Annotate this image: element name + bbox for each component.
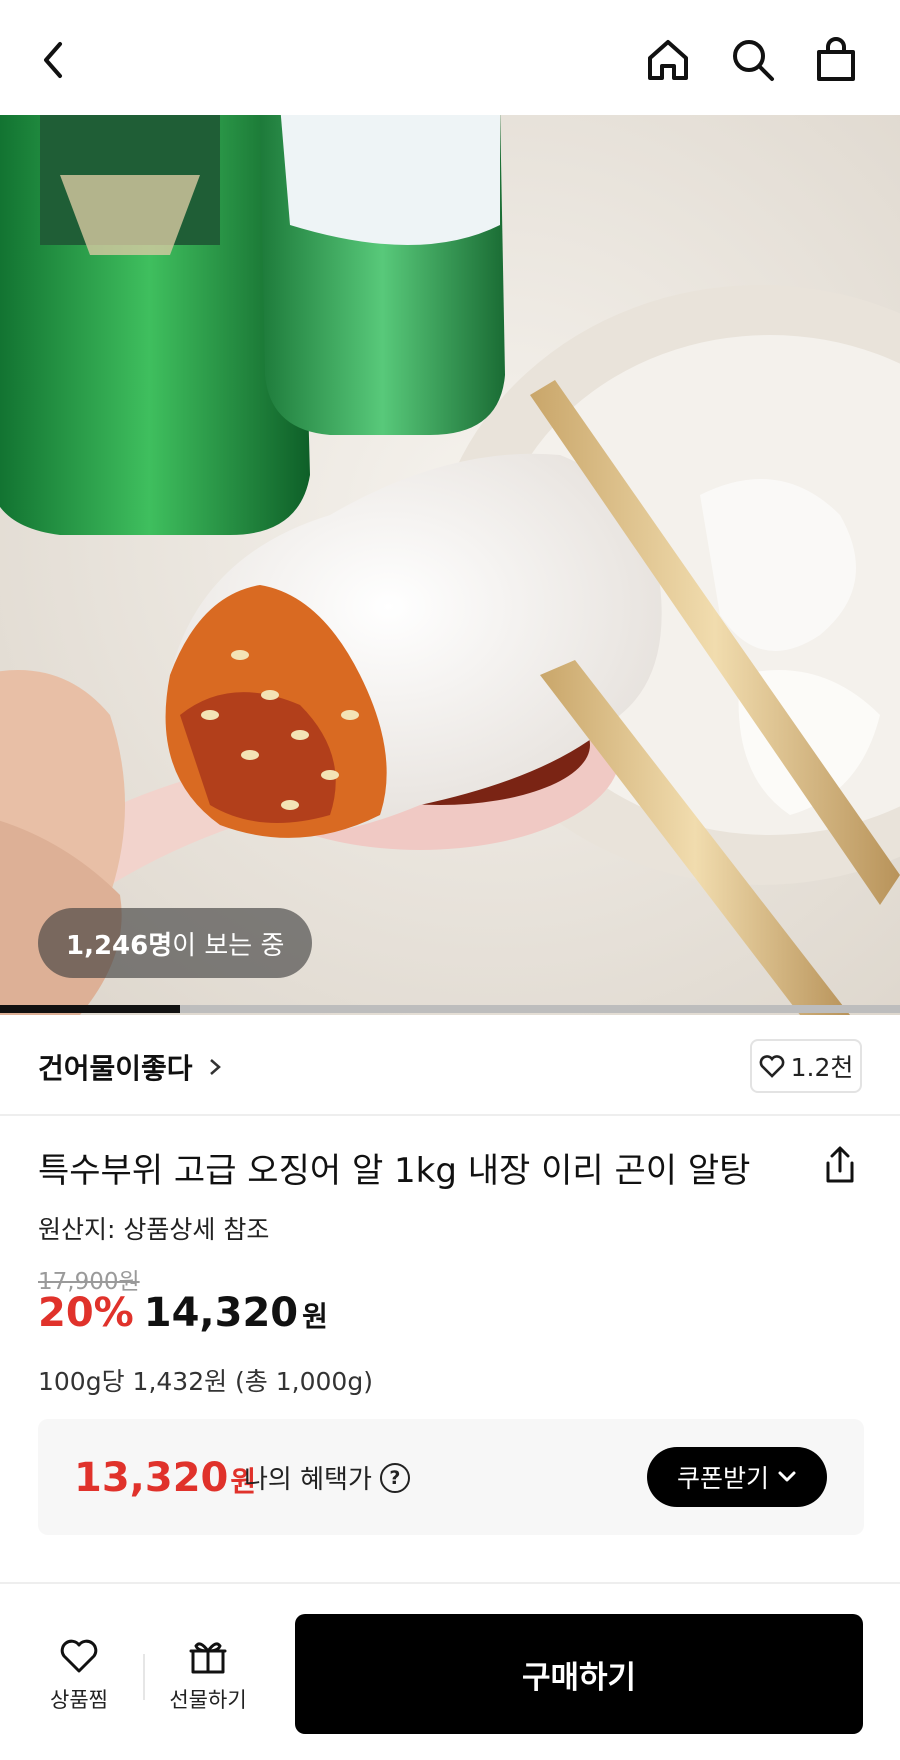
search-icon bbox=[733, 40, 774, 81]
back-icon bbox=[44, 42, 62, 78]
seller-link[interactable]: 건어물이좋다 bbox=[38, 1047, 223, 1087]
home-icon bbox=[648, 40, 688, 80]
back-button[interactable] bbox=[22, 28, 86, 92]
search-button[interactable] bbox=[721, 28, 785, 92]
sale-price: 14,320 bbox=[143, 1290, 299, 1336]
chevron-down-icon bbox=[778, 1471, 796, 1482]
share-icon bbox=[826, 1146, 854, 1183]
viewers-suffix: 이 보는 중 bbox=[172, 930, 285, 961]
origin-info: 원산지: 상품상세 참조 bbox=[38, 1215, 270, 1244]
wish-button[interactable]: 상품찜 bbox=[24, 1638, 134, 1714]
price-row: 20% 14,320 원 bbox=[38, 1290, 328, 1336]
benefit-label-group: 나의 혜택가 ? bbox=[244, 1459, 410, 1496]
shopping-bag-icon bbox=[817, 37, 855, 81]
viewers-count: 1,246명 bbox=[66, 930, 173, 961]
benefit-amount: 13,320 bbox=[74, 1455, 229, 1501]
food-photo bbox=[0, 115, 900, 1015]
store-like-button[interactable]: 1.2천 bbox=[750, 1039, 862, 1093]
viewers-badge: 1,246명 이 보는 중 bbox=[38, 908, 313, 978]
heart-icon bbox=[759, 1055, 784, 1078]
sale-price-unit: 원 bbox=[302, 1300, 328, 1333]
top-navigation-bar bbox=[0, 0, 900, 115]
coupon-button[interactable]: 쿠폰받기 bbox=[647, 1447, 827, 1507]
unit-price: 100g당 1,432원 (총 1,000g) bbox=[38, 1367, 373, 1396]
heart-icon bbox=[60, 1639, 98, 1673]
gift-button[interactable]: 선물하기 bbox=[153, 1638, 263, 1714]
gift-label: 선물하기 bbox=[169, 1688, 247, 1712]
chevron-right-icon bbox=[209, 1059, 221, 1075]
seller-name: 건어물이좋다 bbox=[38, 1052, 193, 1085]
buy-button[interactable]: 구매하기 bbox=[295, 1614, 863, 1734]
seller-row: 건어물이좋다 1.2천 bbox=[0, 1013, 900, 1116]
product-image[interactable]: 1,246명 이 보는 중 bbox=[0, 115, 900, 1015]
bottom-action-bar: 상품찜 선물하기 구매하기 bbox=[0, 1582, 900, 1760]
coupon-button-label: 쿠폰받기 bbox=[676, 1464, 769, 1493]
benefit-price: 13,320 원 bbox=[74, 1455, 256, 1501]
wish-label: 상품찜 bbox=[50, 1688, 108, 1712]
image-slide-progress bbox=[0, 1005, 900, 1013]
cart-button[interactable] bbox=[804, 28, 868, 92]
benefit-label: 나의 혜택가 bbox=[244, 1465, 372, 1495]
product-title: 특수부위 고급 오징어 알 1kg 내장 이리 곤이 알탕 bbox=[38, 1151, 751, 1191]
discount-rate: 20% bbox=[38, 1290, 134, 1336]
home-button[interactable] bbox=[636, 28, 700, 92]
store-like-count: 1.2천 bbox=[790, 1053, 854, 1082]
help-icon[interactable]: ? bbox=[379, 1462, 410, 1493]
share-button[interactable] bbox=[815, 1140, 865, 1190]
gift-icon bbox=[189, 1642, 227, 1674]
image-slide-progress-fill bbox=[0, 1005, 180, 1013]
benefit-box: 13,320 원 나의 혜택가 ? 쿠폰받기 bbox=[38, 1419, 864, 1535]
bottom-divider bbox=[143, 1654, 145, 1700]
